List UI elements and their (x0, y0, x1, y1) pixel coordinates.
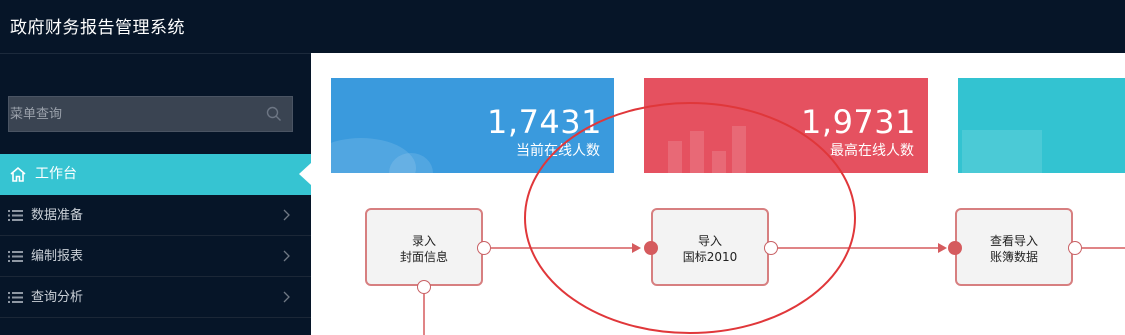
sidebar-item-label: 数据准备 (31, 208, 84, 223)
list-icon (8, 251, 23, 262)
chevron-right-icon (283, 291, 290, 303)
node-title: 导入 (697, 234, 722, 248)
output-port[interactable] (764, 241, 778, 255)
sidebar-item-workbench[interactable]: 工作台 (0, 154, 311, 195)
sidebar-item-label: 编制报表 (31, 249, 84, 264)
active-indicator (299, 163, 311, 185)
output-port[interactable] (417, 280, 431, 294)
node-title: 查看导入 (989, 234, 1038, 248)
flow-connectors (423, 243, 1125, 335)
top-header: 政府财务报告管理系统 (0, 0, 1125, 53)
list-icon (8, 210, 23, 221)
arrow-head-icon (632, 243, 641, 253)
list-icon (8, 292, 23, 303)
chevron-right-icon (283, 209, 290, 221)
node-subtitle: 封面信息 (399, 250, 448, 264)
node-subtitle: 账簿数据 (989, 250, 1038, 264)
output-port[interactable] (477, 241, 491, 255)
menu-search[interactable] (8, 96, 293, 132)
output-port[interactable] (1068, 241, 1082, 255)
sidebar-item-query-analysis[interactable]: 查询分析 (0, 277, 311, 318)
arrow-head-icon (938, 243, 947, 253)
flow-node-import-gb2010[interactable]: 导入 国标2010 (651, 208, 769, 286)
input-port[interactable] (948, 241, 962, 255)
divider (0, 317, 311, 318)
menu-search-input[interactable] (10, 97, 260, 131)
flow-node-view-ledger-data[interactable]: 查看导入 账簿数据 (955, 208, 1073, 286)
chevron-right-icon (283, 250, 290, 262)
workbench-main: 1,7431 当前在线人数 1,9731 最高在线人数 录入 封面信息 导入 国… (311, 53, 1125, 335)
sidebar-item-data-prep[interactable]: 数据准备 (0, 195, 311, 236)
flow-node-enter-cover-info[interactable]: 录入 封面信息 (365, 208, 483, 286)
node-title: 录入 (411, 234, 436, 248)
sidebar-item-label: 查询分析 (31, 290, 84, 305)
sidebar: 工作台 数据准备 编制报表 查询分析 (0, 53, 311, 335)
sidebar-item-label: 工作台 (35, 166, 77, 182)
node-subtitle: 国标2010 (682, 250, 738, 264)
app-title: 政府财务报告管理系统 (10, 18, 185, 38)
search-icon[interactable] (266, 106, 282, 122)
sidebar-item-report-compile[interactable]: 编制报表 (0, 236, 311, 277)
input-port[interactable] (644, 241, 658, 255)
home-icon (10, 166, 26, 182)
